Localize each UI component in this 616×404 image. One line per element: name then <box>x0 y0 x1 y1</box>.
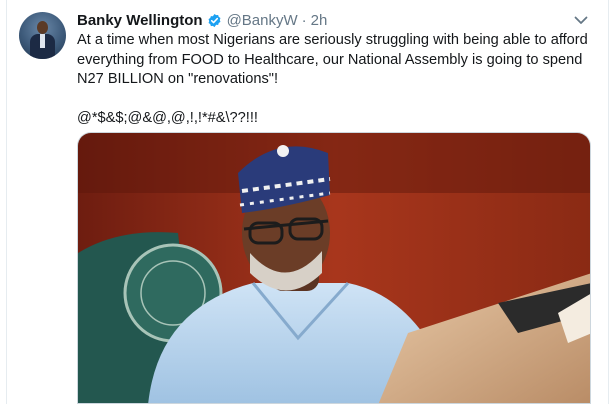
tweet-text-line: At a time when most Nigerians are seriou… <box>77 32 588 48</box>
tweet-photo[interactable] <box>77 132 591 404</box>
verified-badge-icon <box>207 13 222 28</box>
avatar-shirt <box>40 34 45 48</box>
separator-dot: · <box>301 11 307 29</box>
avatar-head <box>37 21 48 34</box>
tweet-text: At a time when most Nigerians are seriou… <box>77 31 597 128</box>
tweet-text-line: @*$&$;@&@,@,!,!*#&\??!!! <box>77 109 258 126</box>
avatar[interactable] <box>19 12 66 59</box>
author-name[interactable]: Banky Wellington <box>77 12 203 29</box>
timestamp[interactable]: 2h <box>311 12 328 29</box>
chevron-down-icon[interactable] <box>571 12 591 28</box>
tweet-text-line: everything from FOOD to Healthcare, our … <box>77 51 583 68</box>
tweet-header: Banky Wellington @BankyW · 2h <box>77 10 327 30</box>
author-handle[interactable]: @BankyW <box>227 12 298 29</box>
tweet-text-line: N27 BILLION on "renovations"! <box>77 71 278 87</box>
